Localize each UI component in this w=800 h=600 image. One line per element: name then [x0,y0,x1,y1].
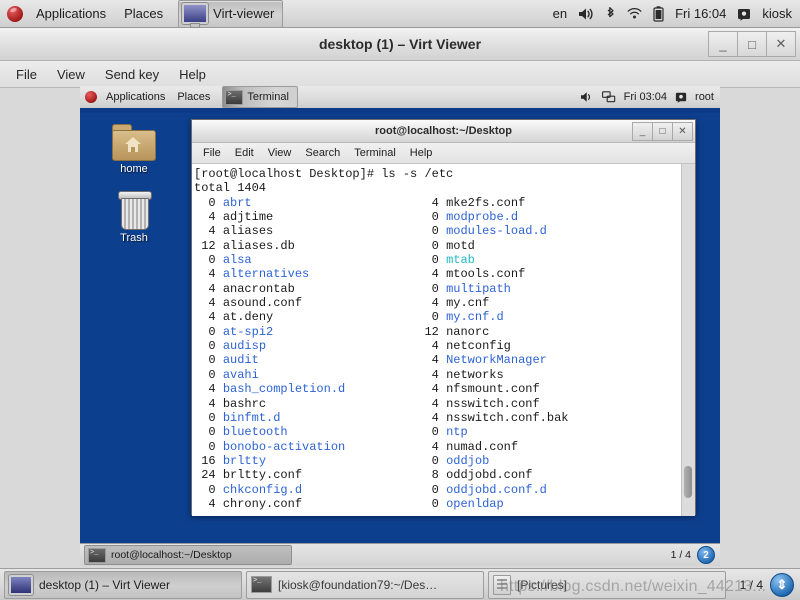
host-window-list-virt-viewer[interactable]: Virt-viewer [178,0,284,28]
taskbar-button-label: [kiosk@foundation79:~/Des… [278,577,438,592]
desktop-icon-label: Trash [120,232,148,244]
battery-icon[interactable] [653,5,664,22]
guest-taskbar-item-label: root@localhost:~/Desktop [111,549,232,561]
monitor-icon [9,574,33,595]
guest-workspace-indicator: 1 / 4 [670,549,691,561]
wifi-icon[interactable] [627,7,642,20]
guest-clock[interactable]: Fri 03:04 [624,91,667,103]
taskbar-button-label: desktop (1) – Virt Viewer [39,577,170,592]
terminal-menu-view[interactable]: View [261,145,299,161]
desktop-icon-label: home [120,163,148,175]
terminal-title: root@localhost:~/Desktop [375,125,512,137]
volume-icon[interactable] [578,7,594,21]
terminal-menubar: File Edit View Search Terminal Help [192,143,695,164]
taskbar-button-label: [Pictures] [517,577,568,592]
fedora-logo-icon[interactable] [7,5,23,22]
terminal-icon: >_ [88,547,106,563]
terminal-menu-search[interactable]: Search [298,145,347,161]
taskbar-button-pictures[interactable]: [Pictures] [488,570,726,599]
user-icon[interactable] [675,91,687,103]
guest-applications-menu[interactable]: Applications [100,89,171,105]
guest-bottom-panel: >_ root@localhost:~/Desktop 1 / 4 2 [80,543,720,566]
terminal-scrollbar-thumb[interactable] [684,466,692,498]
terminal-output: [root@localhost Desktop]# ls -s /etc tot… [194,167,569,511]
guest-window-list-terminal[interactable]: >_ Terminal [222,86,298,108]
keyboard-layout-indicator[interactable]: en [553,6,567,21]
desktop-icon-home[interactable]: home [98,124,170,175]
host-places-menu[interactable]: Places [115,3,172,24]
terminal-menu-file[interactable]: File [196,145,228,161]
terminal-window[interactable]: root@localhost:~/Desktop _ □ ✕ File Edit… [191,119,696,516]
terminal-icon: >_ [251,576,272,593]
guest-desktop[interactable]: Applications Places >_ Terminal Fri 03:0… [80,86,720,566]
terminal-menu-help[interactable]: Help [403,145,440,161]
guest-username[interactable]: root [695,91,714,103]
terminal-menu-edit[interactable]: Edit [228,145,261,161]
host-panel-tray: en Fri 16:04 kiosk [553,5,800,22]
host-bottom-taskbar: desktop (1) – Virt Viewer >_ [kiosk@foun… [0,568,800,600]
terminal-scrollbar[interactable] [681,164,695,516]
guest-places-menu[interactable]: Places [171,89,216,105]
menu-file[interactable]: File [6,64,47,85]
terminal-close-button[interactable]: ✕ [672,122,693,141]
terminal-minimize-button[interactable]: _ [632,122,653,141]
guest-taskbar-item-terminal[interactable]: >_ root@localhost:~/Desktop [84,545,292,565]
maximize-button[interactable]: □ [737,31,767,57]
guest-workspace-badge[interactable]: 2 [697,546,715,564]
terminal-icon: >_ [225,89,244,105]
monitor-icon [182,3,209,27]
terminal-body[interactable]: [root@localhost Desktop]# ls -s /etc tot… [192,164,695,516]
guest-panel-divider [80,108,720,113]
home-folder-icon [112,124,156,161]
file-manager-icon [493,574,511,595]
host-workspace-badge[interactable]: ⇕ [770,572,794,597]
volume-icon[interactable] [580,91,594,103]
menu-help[interactable]: Help [169,64,216,85]
guest-workspace-switcher: 1 / 4 2 [671,546,720,564]
menu-send-key[interactable]: Send key [95,64,169,85]
host-top-panel: Applications Places Virt-viewer en Fri 1… [0,0,800,28]
virt-viewer-window-controls: _ □ ✕ [708,31,796,57]
host-workspace-switcher: 1 / 4 ⇕ [739,572,796,597]
desktop-icon-trash[interactable]: Trash [98,191,170,244]
taskbar-button-virt-viewer[interactable]: desktop (1) – Virt Viewer [4,570,242,599]
host-window-list-label: Virt-viewer [213,6,275,21]
virt-viewer-titlebar[interactable]: desktop (1) – Virt Viewer _ □ ✕ [0,28,800,61]
terminal-menu-terminal[interactable]: Terminal [347,145,403,161]
terminal-maximize-button[interactable]: □ [652,122,673,141]
host-clock[interactable]: Fri 16:04 [675,6,726,21]
virt-viewer-title: desktop (1) – Virt Viewer [318,36,482,52]
terminal-window-controls: _ □ ✕ [632,122,693,141]
host-panel-left: Applications Places Virt-viewer [0,0,284,28]
user-icon[interactable] [737,7,751,21]
guest-panel-tray: Fri 03:04 root [580,91,720,103]
virt-viewer-menubar: File View Send key Help [0,61,800,88]
guest-window-list-label: Terminal [247,91,289,103]
terminal-titlebar[interactable]: root@localhost:~/Desktop _ □ ✕ [192,120,695,143]
host-workspace-indicator: 1 / 4 [739,577,763,592]
trash-icon [117,191,152,230]
guest-top-panel: Applications Places >_ Terminal Fri 03:0… [80,86,720,109]
host-applications-menu[interactable]: Applications [27,3,115,24]
taskbar-button-terminal[interactable]: >_ [kiosk@foundation79:~/Des… [246,570,484,599]
minimize-button[interactable]: _ [708,31,738,57]
screen-root: Applications Places Virt-viewer en Fri 1… [0,0,800,600]
menu-view[interactable]: View [47,64,95,85]
host-username[interactable]: kiosk [762,6,792,21]
fedora-logo-icon[interactable] [85,91,97,103]
network-icon[interactable] [601,91,616,103]
bluetooth-icon[interactable] [605,6,616,21]
close-button[interactable]: ✕ [766,31,796,57]
